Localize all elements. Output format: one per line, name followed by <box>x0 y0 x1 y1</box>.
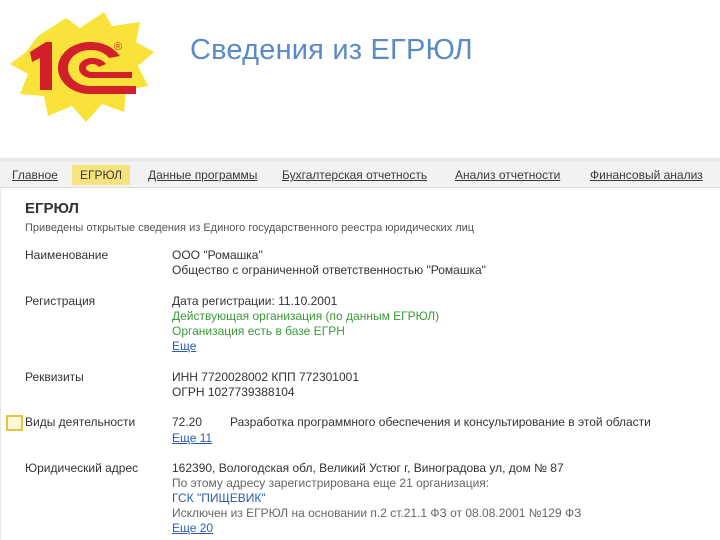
registration-date: Дата регистрации: 11.10.2001 <box>172 294 338 308</box>
legal-address: 162390, Вологодская обл, Великий Устюг г… <box>172 461 564 475</box>
activity-code: 72.20 <box>172 415 203 429</box>
registration-more-link[interactable]: Еще <box>172 339 196 353</box>
tab-accounting-reports[interactable]: Бухгалтерская отчетность <box>282 165 427 185</box>
tab-main[interactable]: Главное <box>12 165 58 185</box>
activity-description: Разработка программного обеспечения и ко… <box>230 415 651 429</box>
name-label: Наименование <box>25 248 109 262</box>
egrul-form: ЕГРЮЛ Приведены открытые сведения из Еди… <box>0 189 720 540</box>
egrn-status: Организация есть в базе ЕГРН <box>172 324 345 338</box>
organization-status: Действующая организация (по данным ЕГРЮЛ… <box>172 309 440 323</box>
full-name: Общество с ограниченной ответственностью… <box>172 263 486 277</box>
same-address-org-link[interactable]: ГСК "ПИЩЕВИК" <box>172 491 266 505</box>
address-label: Юридический адрес <box>25 461 139 475</box>
registration-label: Регистрация <box>25 294 96 308</box>
activities-label: Виды деятельности <box>25 415 136 429</box>
tab-report-analysis[interactable]: Анализ отчетности <box>455 165 560 185</box>
form-subtitle: Приведены открытые сведения из Единого г… <box>25 222 475 234</box>
org-excluded-note: Исключен из ЕГРЮЛ на основании п.2 ст.21… <box>172 506 582 520</box>
slide-title: Сведения из ЕГРЮЛ <box>190 34 473 66</box>
form-title: ЕГРЮЛ <box>25 200 79 217</box>
same-address-note: По этому адресу зарегистрирована еще 21 … <box>172 476 490 490</box>
tab-egrul[interactable]: ЕГРЮЛ <box>72 165 130 185</box>
1c-logo: ® <box>10 12 154 122</box>
tab-program-data[interactable]: Данные программы <box>148 165 257 185</box>
ogrn: ОГРН 1027739388104 <box>172 385 295 399</box>
app-window: Главное ЕГРЮЛ Данные программы Бухгалтер… <box>0 158 720 540</box>
logo-registered-mark: ® <box>114 41 122 53</box>
requisites-label: Реквизиты <box>25 370 84 384</box>
tab-bar: Главное ЕГРЮЛ Данные программы Бухгалтер… <box>0 162 720 188</box>
inn-kpp: ИНН 7720028002 КПП 772301001 <box>172 370 360 384</box>
row-select-checkbox[interactable] <box>6 415 23 431</box>
activities-more-link[interactable]: Еще 11 <box>172 431 212 445</box>
short-name: ООО "Ромашка" <box>172 248 263 262</box>
address-more-link[interactable]: Еще 20 <box>172 521 213 535</box>
tab-financial-analysis[interactable]: Финансовый анализ <box>590 165 703 185</box>
